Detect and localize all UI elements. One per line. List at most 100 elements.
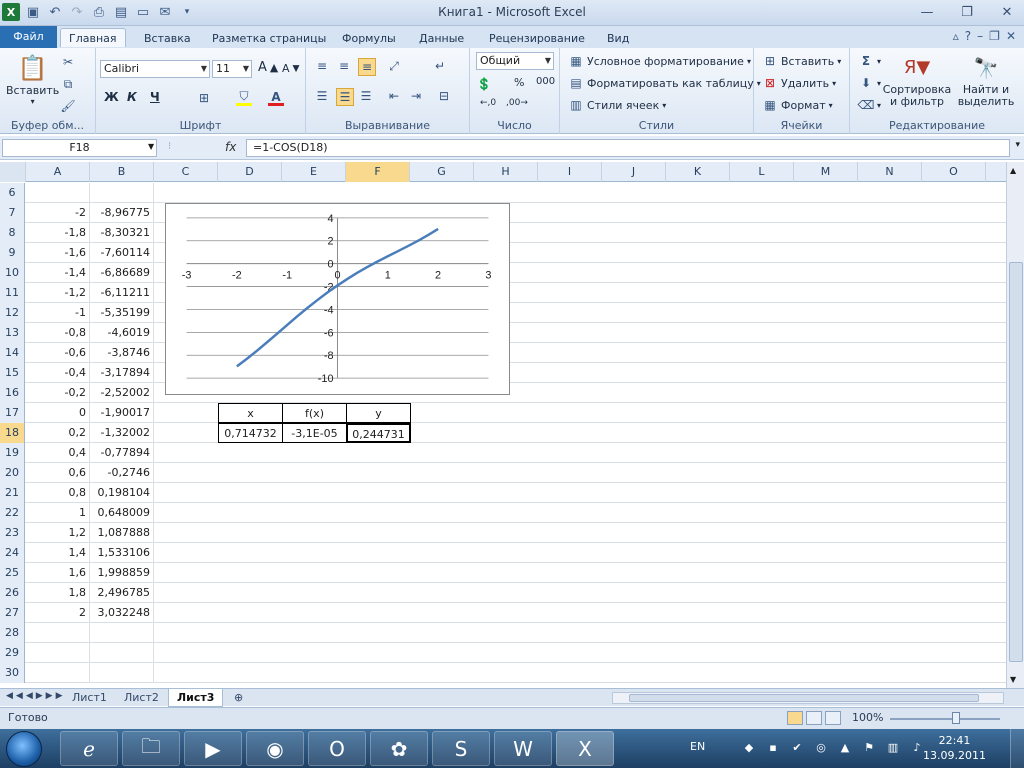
insert-sheet-button[interactable]: ⊕ (226, 689, 251, 707)
cell-d18[interactable]: 0,714732 (218, 423, 283, 443)
font-size-combo[interactable]: 11 ▼ (212, 60, 252, 78)
column-header-j[interactable]: J (602, 162, 666, 182)
align-center-button[interactable]: ☰ (336, 88, 354, 106)
cell-b18[interactable]: -1,32002 (90, 423, 154, 443)
cell-a30[interactable] (26, 663, 90, 683)
cell-a18[interactable]: 0,2 (26, 423, 90, 443)
tab-insert[interactable]: Вставка (136, 29, 199, 48)
align-top-button[interactable]: ≡ (314, 58, 330, 74)
name-box[interactable]: F18 (2, 139, 157, 157)
row-header[interactable]: 8 (0, 223, 25, 243)
page-layout-view-button[interactable] (806, 711, 822, 725)
tab-review[interactable]: Рецензирование (481, 29, 593, 48)
cell-a9[interactable]: -1,6 (26, 243, 90, 263)
italic-button[interactable]: К (127, 90, 137, 104)
row-header[interactable]: 20 (0, 463, 25, 483)
skype-icon[interactable]: S (432, 731, 490, 766)
row-header[interactable]: 6 (0, 183, 25, 203)
row-header[interactable]: 23 (0, 523, 25, 543)
table-header-f[interactable]: y (346, 403, 411, 423)
cell-a25[interactable]: 1,6 (26, 563, 90, 583)
row-header[interactable]: 11 (0, 283, 25, 303)
cell-a23[interactable]: 1,2 (26, 523, 90, 543)
row-header[interactable]: 22 (0, 503, 25, 523)
cut-button[interactable]: ✂ (60, 54, 76, 70)
cell-a22[interactable]: 1 (26, 503, 90, 523)
tab-page-layout[interactable]: Разметка страницы (204, 29, 334, 48)
tray-icon[interactable]: ◎ (814, 741, 828, 755)
cell-a19[interactable]: 0,4 (26, 443, 90, 463)
row-header[interactable]: 19 (0, 443, 25, 463)
sheet-tab-3[interactable]: Лист3 (168, 689, 224, 707)
horizontal-scroll-thumb[interactable] (629, 694, 979, 702)
zoom-level[interactable]: 100% (852, 711, 883, 724)
cell-a15[interactable]: -0,4 (26, 363, 90, 383)
clock[interactable]: 22:41 13.09.2011 (923, 733, 986, 763)
cell-b29[interactable] (90, 643, 154, 663)
cell-b30[interactable] (90, 663, 154, 683)
cell-b22[interactable]: 0,648009 (90, 503, 154, 523)
align-right-button[interactable]: ☰ (358, 88, 374, 104)
cell-b14[interactable]: -3,8746 (90, 343, 154, 363)
format-cells-button[interactable]: ▦ Формат ▾ (762, 97, 832, 113)
underline-button[interactable]: Ч (150, 90, 160, 104)
cell-b7[interactable]: -8,96775 (90, 203, 154, 223)
row-header[interactable]: 15 (0, 363, 25, 383)
wrap-text-button[interactable]: ↵ (432, 58, 448, 74)
sort-filter-button[interactable]: Я▼ Сортировка и фильтр (883, 52, 952, 108)
orientation-button[interactable]: ⤢ (386, 58, 402, 74)
app-icon[interactable]: ✿ (370, 731, 428, 766)
tab-view[interactable]: Вид (599, 29, 637, 48)
scroll-up-icon[interactable]: ▲ (1010, 166, 1016, 175)
column-header-m[interactable]: M (794, 162, 858, 182)
row-header[interactable]: 13 (0, 323, 25, 343)
row-header[interactable]: 17 (0, 403, 25, 423)
column-header-l[interactable]: L (730, 162, 794, 182)
cell-b28[interactable] (90, 623, 154, 643)
format-as-table-button[interactable]: ▤ Форматировать как таблицу ▾ (568, 75, 760, 91)
thousands-button[interactable]: 000 (536, 76, 555, 87)
cell-a29[interactable] (26, 643, 90, 663)
language-indicator[interactable]: EN (690, 740, 705, 753)
tray-icon[interactable]: ⚑ (862, 741, 876, 755)
clear-button[interactable]: ⌫ ▾ (858, 97, 882, 113)
row-header[interactable]: 7 (0, 203, 25, 223)
zoom-slider-knob[interactable] (952, 712, 960, 724)
cell-b19[interactable]: -0,77894 (90, 443, 154, 463)
formula-input[interactable]: =1-COS(D18) (246, 139, 1010, 157)
tray-icon[interactable]: ▪ (766, 741, 780, 755)
conditional-format-button[interactable]: ▦ Условное форматирование ▾ (568, 53, 751, 69)
tab-file[interactable]: Файл (0, 26, 57, 48)
row-header[interactable]: 25 (0, 563, 25, 583)
excel-icon[interactable]: X (556, 731, 614, 766)
cell-b15[interactable]: -3,17894 (90, 363, 154, 383)
cell-b9[interactable]: -7,60114 (90, 243, 154, 263)
increase-decimal-button[interactable]: ←,0 (480, 98, 496, 108)
ie-icon[interactable]: ℯ (60, 731, 118, 766)
cell-b12[interactable]: -5,35199 (90, 303, 154, 323)
show-desktop-button[interactable] (1010, 729, 1024, 768)
start-button[interactable] (6, 731, 42, 767)
cell-b25[interactable]: 1,998859 (90, 563, 154, 583)
tab-formulas[interactable]: Формулы (334, 29, 404, 48)
cell-a16[interactable]: -0,2 (26, 383, 90, 403)
cell-b17[interactable]: -1,90017 (90, 403, 154, 423)
page-break-view-button[interactable] (825, 711, 841, 725)
align-bottom-button[interactable]: ≡ (358, 58, 376, 76)
row-header[interactable]: 24 (0, 543, 25, 563)
fill-color-button[interactable]: ⛉ (236, 89, 252, 106)
sheet-tab-2[interactable]: Лист2 (116, 689, 167, 707)
row-header[interactable]: 12 (0, 303, 25, 323)
cell-a27[interactable]: 2 (26, 603, 90, 623)
cell-b26[interactable]: 2,496785 (90, 583, 154, 603)
column-header-a[interactable]: A (26, 162, 90, 182)
tray-icon[interactable]: ◆ (742, 741, 756, 755)
row-header[interactable]: 16 (0, 383, 25, 403)
cell-a14[interactable]: -0,6 (26, 343, 90, 363)
align-middle-button[interactable]: ≡ (336, 58, 352, 74)
column-header-f[interactable]: F (346, 162, 410, 182)
fill-button[interactable]: ⬇ ▾ (858, 75, 881, 91)
cell-b23[interactable]: 1,087888 (90, 523, 154, 543)
cell-b20[interactable]: -0,2746 (90, 463, 154, 483)
cell-a7[interactable]: -2 (26, 203, 90, 223)
